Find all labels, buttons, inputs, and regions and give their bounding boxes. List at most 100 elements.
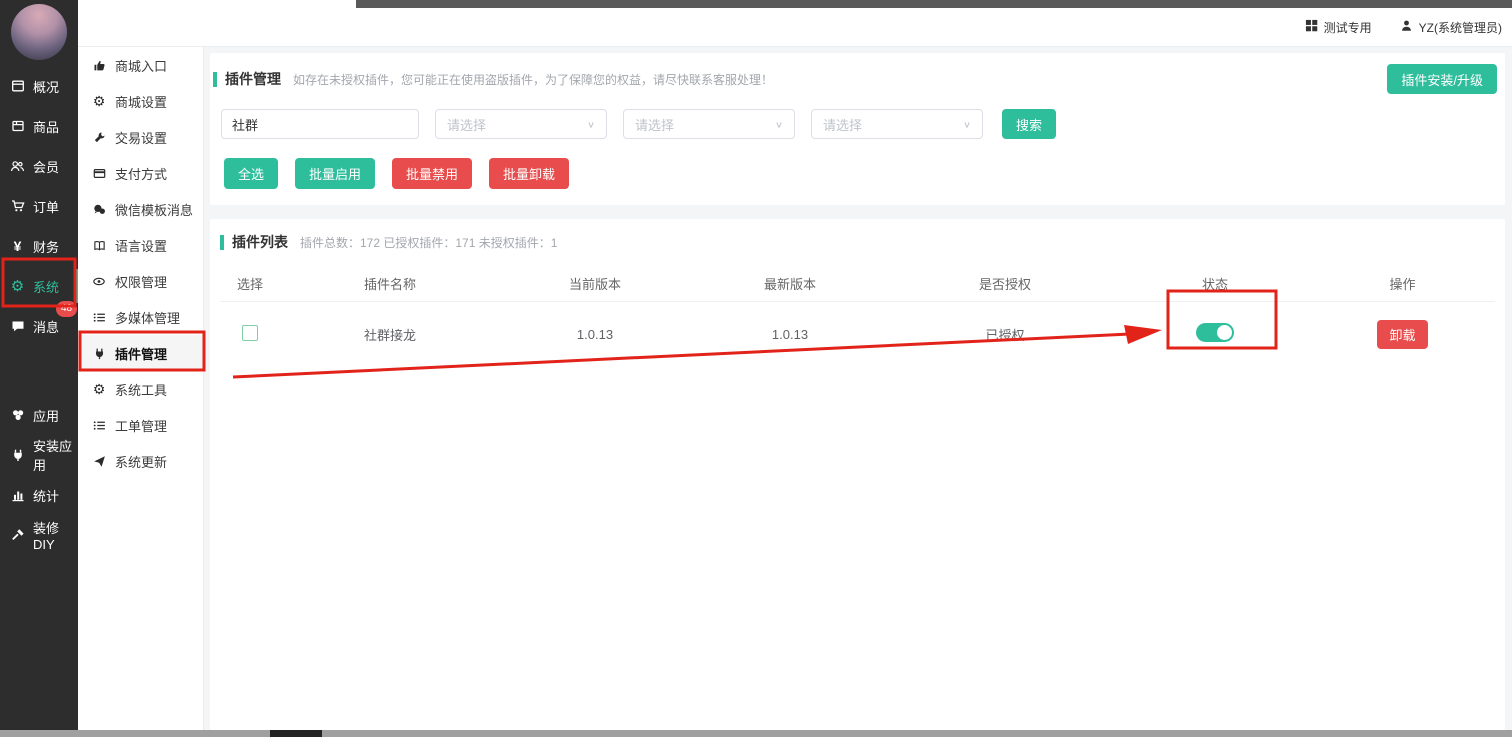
submenu-item-work-orders[interactable]: 工单管理 bbox=[78, 407, 203, 443]
overview-icon bbox=[9, 79, 26, 93]
submenu-item-trade-settings[interactable]: 交易设置 bbox=[78, 119, 203, 155]
submenu-item-permission-management[interactable]: 权限管理 bbox=[78, 263, 203, 299]
row-checkbox[interactable] bbox=[242, 325, 258, 341]
sidebar-item-label: 商品 bbox=[33, 117, 59, 136]
submenu-item-system-update[interactable]: 系统更新 bbox=[78, 443, 203, 479]
gear-icon: ⚙ bbox=[91, 93, 107, 110]
bar-chart-icon bbox=[9, 488, 26, 502]
plugin-stats-text: 插件总数：172 已授权插件：171 未授权插件：1 bbox=[300, 234, 557, 251]
keyword-input[interactable] bbox=[221, 109, 419, 139]
sidebar-item-messages[interactable]: 消息 48 bbox=[0, 306, 78, 346]
sidebar-item-statistics[interactable]: 统计 bbox=[0, 475, 78, 515]
user-icon bbox=[1400, 19, 1413, 35]
submenu-item-system-tools[interactable]: ⚙ 系统工具 bbox=[78, 371, 203, 407]
sidebar-item-orders[interactable]: 订单 bbox=[0, 186, 78, 226]
sidebar-item-label: 统计 bbox=[33, 486, 59, 505]
sidebar-item-members[interactable]: 会员 bbox=[0, 146, 78, 186]
sidebar-item-label: 概况 bbox=[33, 77, 59, 96]
sidebar-item-label: 订单 bbox=[33, 197, 59, 216]
avatar[interactable] bbox=[11, 4, 67, 60]
column-header-select: 选择 bbox=[220, 274, 280, 293]
submenu-item-mall-settings[interactable]: ⚙ 商城设置 bbox=[78, 83, 203, 119]
workspace-switcher[interactable]: 测试专用 bbox=[1305, 19, 1372, 36]
uninstall-button[interactable]: 卸载 bbox=[1377, 320, 1427, 349]
plug-icon bbox=[9, 448, 26, 462]
sidebar-item-goods[interactable]: 商品 bbox=[0, 106, 78, 146]
submenu-item-label: 支付方式 bbox=[115, 164, 167, 183]
select-placeholder: 请选择 bbox=[447, 115, 486, 134]
search-button[interactable]: 搜索 bbox=[1002, 109, 1056, 139]
bulk-disable-button[interactable]: 批量禁用 bbox=[392, 158, 472, 189]
plugin-name: 社群接龙 bbox=[280, 325, 500, 344]
eye-icon bbox=[91, 275, 107, 288]
bulk-uninstall-button[interactable]: 批量卸载 bbox=[489, 158, 569, 189]
filter-select-1[interactable]: 请选择 ∨ bbox=[435, 109, 607, 139]
gear-icon: ⚙ bbox=[91, 381, 107, 398]
plugin-table: 选择 插件名称 当前版本 最新版本 是否授权 状态 操作 社群接龙 1.0.13… bbox=[220, 265, 1495, 366]
sidebar-item-label: 消息 bbox=[33, 317, 59, 336]
plugin-list-card: 插件列表 插件总数：172 已授权插件：171 未授权插件：1 选择 插件名称 … bbox=[210, 219, 1505, 730]
select-all-button[interactable]: 全选 bbox=[224, 158, 278, 189]
bulk-enable-button[interactable]: 批量启用 bbox=[295, 158, 375, 189]
sidebar-item-install-apps[interactable]: 安装应用 bbox=[0, 435, 78, 475]
submenu-item-label: 商城设置 bbox=[115, 92, 167, 111]
cart-icon bbox=[9, 199, 26, 213]
install-upgrade-button[interactable]: 插件安装/升级 bbox=[1387, 64, 1497, 94]
submenu-item-label: 插件管理 bbox=[115, 344, 167, 363]
sidebar-group-gap bbox=[0, 346, 78, 395]
sidebar-item-label: 应用 bbox=[33, 406, 59, 425]
column-header-action: 操作 bbox=[1310, 274, 1495, 293]
sidebar-item-decorate-diy[interactable]: 装修DIY bbox=[0, 515, 78, 555]
column-header-status: 状态 bbox=[1120, 274, 1310, 293]
section-accent-bar bbox=[220, 235, 224, 250]
plugin-icon bbox=[91, 347, 107, 360]
plugin-list-header: 插件列表 插件总数：172 已授权插件：171 未授权插件：1 bbox=[220, 231, 1495, 253]
book-icon bbox=[91, 239, 107, 252]
sidebar-item-label: 安装应用 bbox=[33, 436, 78, 474]
chevron-down-icon: ∨ bbox=[587, 119, 595, 129]
filter-select-3[interactable]: 请选择 ∨ bbox=[811, 109, 983, 139]
submenu-item-language-settings[interactable]: 语言设置 bbox=[78, 227, 203, 263]
submenu-item-label: 系统工具 bbox=[115, 380, 167, 399]
list-icon bbox=[91, 311, 107, 324]
apps-cluster-icon bbox=[9, 408, 26, 422]
bottom-scrollbar-thumb[interactable] bbox=[270, 730, 322, 737]
plugin-latest-version: 1.0.13 bbox=[690, 327, 890, 342]
list-icon bbox=[91, 419, 107, 432]
wechat-icon bbox=[91, 203, 107, 216]
status-toggle[interactable] bbox=[1196, 323, 1234, 342]
submenu-item-mall-entrance[interactable]: 商城入口 bbox=[78, 47, 203, 83]
authorization-status: 已授权 bbox=[890, 325, 1120, 344]
browser-top-strip bbox=[356, 0, 1512, 8]
page-title: 插件管理 bbox=[225, 69, 281, 89]
filter-select-2[interactable]: 请选择 ∨ bbox=[623, 109, 795, 139]
app-screen: 概况 商品 会员 订单 ¥ 财务 ⚙ 系统 bbox=[0, 0, 1512, 737]
list-title: 插件列表 bbox=[232, 232, 288, 252]
users-icon bbox=[9, 159, 26, 173]
sidebar-item-finance[interactable]: ¥ 财务 bbox=[0, 226, 78, 266]
yen-icon: ¥ bbox=[9, 238, 26, 254]
sidebar-item-label: 装修DIY bbox=[33, 518, 78, 552]
sidebar-item-label: 会员 bbox=[33, 157, 59, 176]
sidebar-item-label: 系统 bbox=[33, 277, 59, 296]
submenu-item-label: 交易设置 bbox=[115, 128, 167, 147]
unread-count-badge: 48 bbox=[56, 301, 77, 317]
browser-bottom-strip bbox=[0, 730, 1512, 737]
chat-bubble-icon bbox=[9, 319, 26, 333]
sidebar-item-apps[interactable]: 应用 bbox=[0, 395, 78, 435]
submenu-item-plugin-management[interactable]: 插件管理 bbox=[78, 335, 203, 371]
wrench-icon bbox=[91, 131, 107, 144]
submenu-item-payment-methods[interactable]: 支付方式 bbox=[78, 155, 203, 191]
column-header-latest-version: 最新版本 bbox=[690, 274, 890, 293]
sidebar-item-overview[interactable]: 概况 bbox=[0, 66, 78, 106]
select-placeholder: 请选择 bbox=[823, 115, 862, 134]
submenu-item-label: 工单管理 bbox=[115, 416, 167, 435]
bulk-actions-row: 全选 批量启用 批量禁用 批量卸载 bbox=[224, 158, 1497, 189]
chevron-down-icon: ∨ bbox=[963, 119, 971, 129]
plugin-current-version: 1.0.13 bbox=[500, 327, 690, 342]
submenu-item-wechat-template-messages[interactable]: 微信模板消息 bbox=[78, 191, 203, 227]
goods-icon bbox=[9, 119, 26, 133]
user-menu[interactable]: YZ(系统管理员) bbox=[1400, 19, 1502, 36]
submenu-item-media-management[interactable]: 多媒体管理 bbox=[78, 299, 203, 335]
sidebar-item-system[interactable]: ⚙ 系统 bbox=[0, 266, 78, 306]
